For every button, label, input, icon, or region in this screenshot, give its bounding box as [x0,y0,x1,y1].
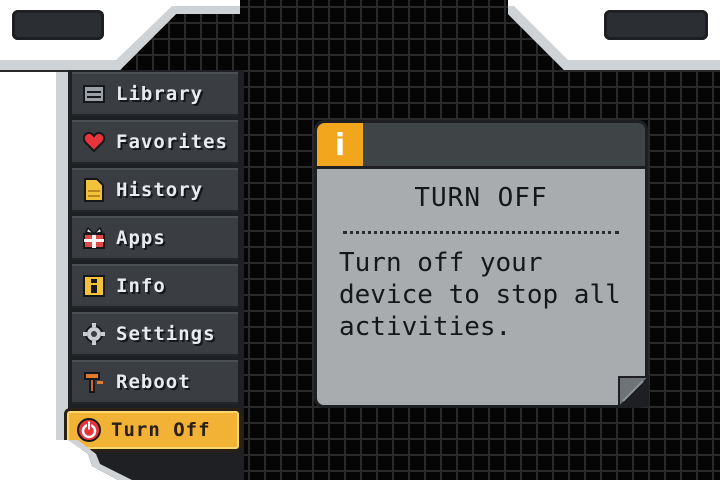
menu-item-apps[interactable]: Apps [72,216,238,260]
info-badge-icon: i [317,123,363,167]
page-curl-icon [617,375,649,407]
menu-item-favorites[interactable]: Favorites [72,120,238,164]
menu-item-label: Settings [116,323,216,345]
info-panel-header: i [314,120,648,167]
menu-item-label: Apps [116,227,166,249]
menu-item-history[interactable]: History [72,168,238,212]
power-icon [77,418,101,442]
library-icon [82,82,106,106]
menu-item-label: Favorites [116,131,228,153]
menu-item-label: History [116,179,204,201]
side-menu: Library Favorites History Apps Info Sett… [64,70,244,480]
gift-icon [82,226,106,250]
top-right-slot [604,10,708,40]
info-panel: TURN OFF Turn off your device to stop al… [314,166,649,408]
menu-item-library[interactable]: Library [72,72,238,116]
gear-icon [82,322,106,346]
info-icon [82,274,106,298]
hammer-icon [82,370,106,394]
menu-item-label: Info [116,275,166,297]
menu-item-label: Library [116,83,204,105]
menu-item-label: Reboot [116,371,191,393]
menu-item-info[interactable]: Info [72,264,238,308]
panel-title: TURN OFF [414,183,548,213]
menu-item-reboot[interactable]: Reboot [72,360,238,404]
menu-item-label: Turn Off [111,419,211,441]
panel-description: Turn off your device to stop all activit… [339,248,621,342]
menu-item-settings[interactable]: Settings [72,312,238,356]
heart-icon [82,130,106,154]
history-icon [82,178,106,202]
bottom-left-frame [0,440,132,480]
panel-divider [343,231,619,234]
top-left-slot [12,10,104,40]
